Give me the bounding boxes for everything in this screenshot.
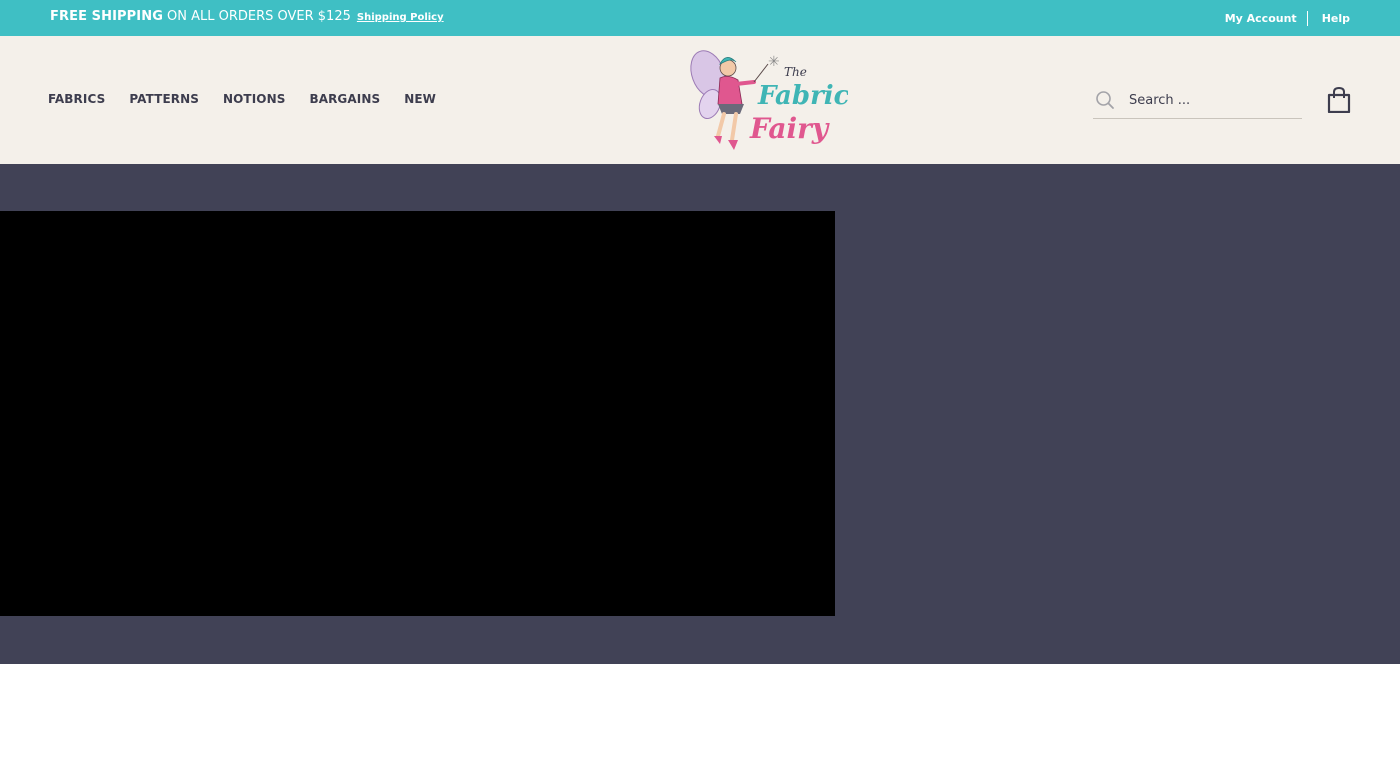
utility-divider: [1306, 11, 1308, 26]
promo-headline: FREE SHIPPING: [50, 9, 163, 24]
promo-text: ON ALL ORDERS OVER $125: [167, 9, 351, 24]
nav-item-fabrics[interactable]: FABRICS: [48, 92, 105, 106]
hero-section: [0, 164, 1400, 664]
nav-item-notions[interactable]: NOTIONS: [223, 92, 285, 106]
logo-text-the: The: [784, 65, 807, 79]
main-nav: FABRICS PATTERNS NOTIONS BARGAINS NEW: [48, 92, 460, 106]
nav-item-bargains[interactable]: BARGAINS: [309, 92, 380, 106]
my-account-link[interactable]: My Account: [1225, 12, 1297, 25]
help-link[interactable]: Help: [1322, 12, 1350, 25]
hero-video[interactable]: [0, 211, 835, 616]
logo-text-fairy: Fairy: [749, 112, 830, 145]
search-bar: [1093, 82, 1302, 119]
search-icon[interactable]: [1095, 90, 1115, 110]
shopping-bag-icon[interactable]: [1326, 87, 1352, 113]
nav-item-new[interactable]: NEW: [404, 92, 436, 106]
site-logo[interactable]: ✳ The Fabric Fairy: [688, 44, 848, 156]
site-header: FABRICS PATTERNS NOTIONS BARGAINS NEW ✳ …: [0, 36, 1400, 164]
wand-star-icon: ✳: [768, 54, 780, 70]
shipping-policy-link[interactable]: Shipping Policy: [357, 12, 444, 23]
logo-text-fabric: Fabric: [757, 81, 848, 111]
shipping-promo: FREE SHIPPING ON ALL ORDERS OVER $125 Sh…: [50, 9, 444, 27]
search-input[interactable]: [1129, 92, 1289, 108]
announcement-bar: FREE SHIPPING ON ALL ORDERS OVER $125 Sh…: [0, 0, 1400, 36]
nav-item-patterns[interactable]: PATTERNS: [129, 92, 199, 106]
utility-links: My Account Help: [1225, 11, 1350, 26]
